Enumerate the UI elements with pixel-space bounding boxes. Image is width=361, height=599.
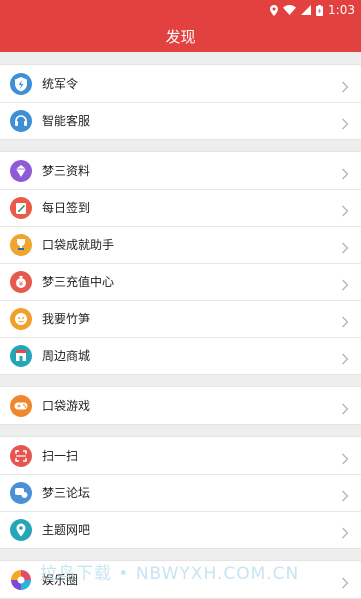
menu-item-label: 梦三充值中心 <box>42 275 115 289</box>
svg-text:¥: ¥ <box>19 280 24 288</box>
colorful-ring-icon <box>10 568 32 591</box>
menu-item[interactable]: 周边商城 <box>0 337 361 374</box>
chevron-right-icon <box>341 78 349 92</box>
clock-time: 1:03 <box>328 3 355 17</box>
scan-icon <box>10 444 32 467</box>
gamepad-icon <box>10 394 32 417</box>
chevron-right-icon <box>341 574 349 588</box>
status-bar: 1:03 <box>0 0 361 20</box>
app-header: 发现 <box>0 20 361 52</box>
chat-icon <box>10 481 32 504</box>
shield-lightning-icon <box>10 72 32 95</box>
menu-group: 梦三资料每日签到口袋成就助手 ¥ 梦三充值中心 我要竹笋周边商城 <box>0 151 361 375</box>
menu-item-label: 口袋游戏 <box>42 399 91 413</box>
menu-group: 口袋游戏 <box>0 386 361 425</box>
trophy-icon <box>10 233 32 256</box>
signal-icon <box>301 5 312 15</box>
menu-item[interactable]: 主题网吧 <box>0 511 361 548</box>
menu-item-label: 智能客服 <box>42 114 91 128</box>
menu-group: 统军令 智能客服 <box>0 64 361 140</box>
chevron-right-icon <box>341 350 349 364</box>
menu-item[interactable]: 我要竹笋 <box>0 300 361 337</box>
menu-item[interactable]: 娱乐圈 <box>0 561 361 598</box>
menu-item-label: 我要竹笋 <box>42 312 91 326</box>
menu-item-label: 口袋成就助手 <box>42 238 115 252</box>
battery-icon <box>316 4 324 16</box>
chevron-right-icon <box>341 239 349 253</box>
chevron-right-icon <box>341 450 349 464</box>
menu-item-label: 梦三资料 <box>42 164 91 178</box>
chevron-right-icon <box>341 313 349 327</box>
page-title: 发现 <box>165 27 196 46</box>
chevron-right-icon <box>341 202 349 216</box>
menu-item[interactable]: 梦三资料 <box>0 152 361 189</box>
menu-item[interactable]: 每日签到 <box>0 189 361 226</box>
menu-item-label: 梦三论坛 <box>42 486 91 500</box>
chevron-right-icon <box>341 165 349 179</box>
menu-item-label: 娱乐圈 <box>42 573 79 587</box>
menu-item-label: 统军令 <box>42 77 79 91</box>
menu-item[interactable]: 扫一扫 <box>0 437 361 474</box>
menu-item-label: 主题网吧 <box>42 523 91 537</box>
menu-item[interactable]: 口袋游戏 <box>0 387 361 424</box>
chevron-right-icon <box>341 400 349 414</box>
menu-item[interactable]: 梦三论坛 <box>0 474 361 511</box>
menu-item[interactable]: 口袋成就助手 <box>0 226 361 263</box>
menu-item-label: 每日签到 <box>42 201 91 215</box>
menu-group: 娱乐圈 <box>0 560 361 599</box>
discover-list: 统军令智能客服梦三资料每日签到口袋成就助手 ¥ 梦三充值中心 我要竹笋周边商城口袋游戏… <box>0 64 361 599</box>
chevron-right-icon <box>341 276 349 290</box>
menu-group: 扫一扫梦三论坛主题网吧 <box>0 436 361 549</box>
menu-item-label: 扫一扫 <box>42 449 79 463</box>
location-pin-icon <box>10 518 32 541</box>
location-icon <box>270 4 279 16</box>
wifi-icon <box>283 5 297 15</box>
shop-icon <box>10 344 32 367</box>
headset-icon <box>10 109 32 132</box>
menu-item[interactable]: 统军令 <box>0 65 361 102</box>
gem-icon <box>10 159 32 182</box>
chevron-right-icon <box>341 115 349 129</box>
menu-item-label: 周边商城 <box>42 349 91 363</box>
chevron-right-icon <box>341 487 349 501</box>
chevron-right-icon <box>341 524 349 538</box>
menu-item[interactable]: ¥ 梦三充值中心 <box>0 263 361 300</box>
money-bag-icon: ¥ <box>10 270 32 293</box>
menu-item[interactable]: 智能客服 <box>0 102 361 139</box>
pencil-note-icon <box>10 196 32 219</box>
bamboo-icon <box>10 307 32 330</box>
